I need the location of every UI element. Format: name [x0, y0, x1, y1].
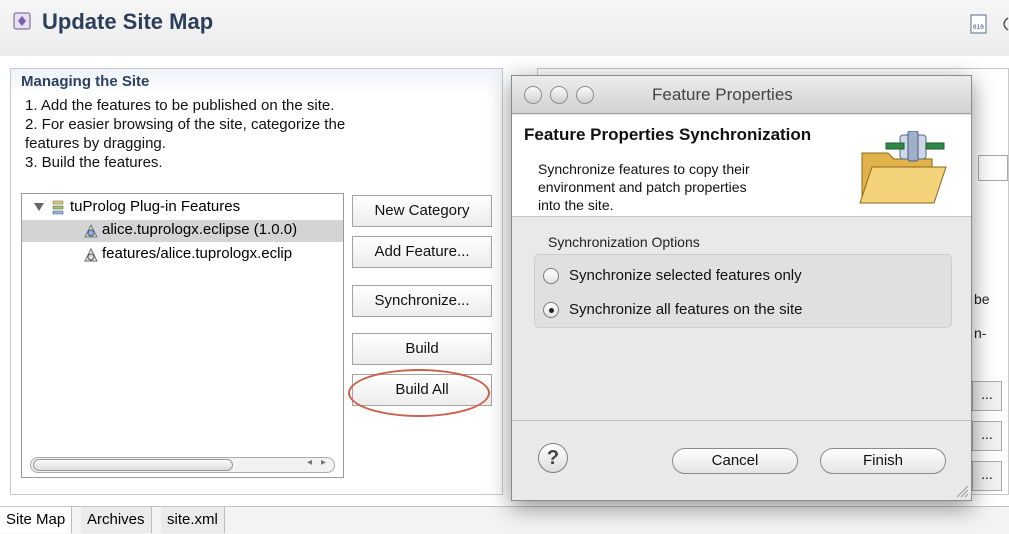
- description-text: Synchronize features to copy their: [538, 161, 750, 177]
- options-group-label: Synchronization Options: [548, 234, 700, 250]
- background-text-fragment: n-: [974, 325, 987, 341]
- svg-text:010: 010: [973, 24, 984, 31]
- tree-item-feature[interactable]: features/alice.tuprologx.eclip: [22, 244, 343, 266]
- tree-item-label: alice.tuprologx.eclipse (1.0.0): [102, 221, 298, 238]
- expand-triangle-icon[interactable]: [34, 202, 44, 212]
- radio-label: Synchronize selected features only: [569, 267, 802, 284]
- zoom-window-icon[interactable]: [576, 86, 594, 104]
- tab-site-map[interactable]: Site Map: [0, 507, 73, 533]
- section-title: Managing the Site: [21, 73, 150, 90]
- description-text: environment and patch properties: [538, 179, 747, 195]
- scroll-right-icon[interactable]: ▸: [321, 457, 326, 468]
- tab-site-xml[interactable]: site.xml: [161, 507, 225, 533]
- build-button[interactable]: Build: [352, 333, 492, 365]
- dialog-heading: Feature Properties Synchronization: [524, 125, 812, 144]
- synchronize-button[interactable]: Synchronize...: [352, 285, 492, 317]
- description-text: into the site.: [538, 197, 614, 213]
- instruction-text: 3. Build the features.: [25, 154, 163, 171]
- browse-button[interactable]: ...: [972, 381, 1002, 411]
- highlight-ring: [348, 369, 490, 417]
- close-window-icon[interactable]: [524, 86, 542, 104]
- editor-tab-bar: Site Map Archives site.xml: [0, 506, 1009, 534]
- tree-item-label: tuProlog Plug-in Features: [70, 198, 241, 215]
- tree-item-category[interactable]: tuProlog Plug-in Features: [22, 197, 343, 219]
- instruction-text: features by dragging.: [25, 135, 166, 152]
- browse-button[interactable]: ...: [972, 461, 1002, 491]
- text-field-partial[interactable]: [978, 155, 1008, 181]
- tree-item-feature[interactable]: alice.tuprologx.eclipse (1.0.0): [22, 220, 343, 242]
- feature-properties-dialog: Feature Properties Feature Properties Sy…: [511, 75, 972, 501]
- editor-header: Update Site Map 010: [0, 0, 1009, 56]
- feature-icon: [84, 247, 98, 262]
- overflow-icon[interactable]: [996, 14, 1009, 34]
- cancel-button[interactable]: Cancel: [672, 448, 798, 474]
- tab-archives[interactable]: Archives: [81, 507, 152, 533]
- dialog-title: Feature Properties: [652, 85, 793, 104]
- browse-button[interactable]: ...: [972, 421, 1002, 451]
- page-title: Update Site Map: [42, 9, 214, 34]
- instruction-text: 2. For easier browsing of the site, cate…: [25, 116, 346, 133]
- radio-label: Synchronize all features on the site: [569, 301, 803, 318]
- site-map-icon: [13, 12, 31, 30]
- category-icon: [52, 200, 64, 215]
- feature-tree[interactable]: tuProlog Plug-in Features alice.tuprolog…: [21, 193, 344, 478]
- options-group: Synchronize selected features only Synch…: [534, 254, 952, 328]
- tree-item-label: features/alice.tuprologx.eclip: [102, 245, 293, 262]
- new-category-button[interactable]: New Category: [352, 195, 492, 227]
- radio-button[interactable]: [543, 268, 559, 284]
- instruction-text: 1. Add the features to be published on t…: [25, 97, 335, 114]
- scrollbar-thumb[interactable]: [33, 459, 233, 471]
- dialog-banner: Feature Properties Synchronization Synch…: [512, 115, 971, 217]
- minimize-window-icon[interactable]: [550, 86, 568, 104]
- folder-sync-icon: [859, 131, 947, 204]
- finish-button[interactable]: Finish: [820, 448, 946, 474]
- binary-file-icon[interactable]: 010: [970, 14, 988, 34]
- resize-grip-icon[interactable]: [953, 482, 969, 498]
- help-icon[interactable]: ?: [538, 443, 568, 473]
- scroll-left-icon[interactable]: ◂: [307, 457, 312, 468]
- add-feature-button[interactable]: Add Feature...: [352, 236, 492, 268]
- radio-button-selected[interactable]: [543, 302, 559, 318]
- managing-site-section: Managing the Site 1. Add the features to…: [10, 68, 503, 495]
- horizontal-scrollbar[interactable]: ◂ ▸: [30, 457, 335, 473]
- dialog-separator: [512, 420, 971, 421]
- background-text-fragment: be: [974, 291, 990, 307]
- dialog-titlebar[interactable]: Feature Properties: [512, 76, 971, 114]
- feature-icon: [84, 223, 98, 238]
